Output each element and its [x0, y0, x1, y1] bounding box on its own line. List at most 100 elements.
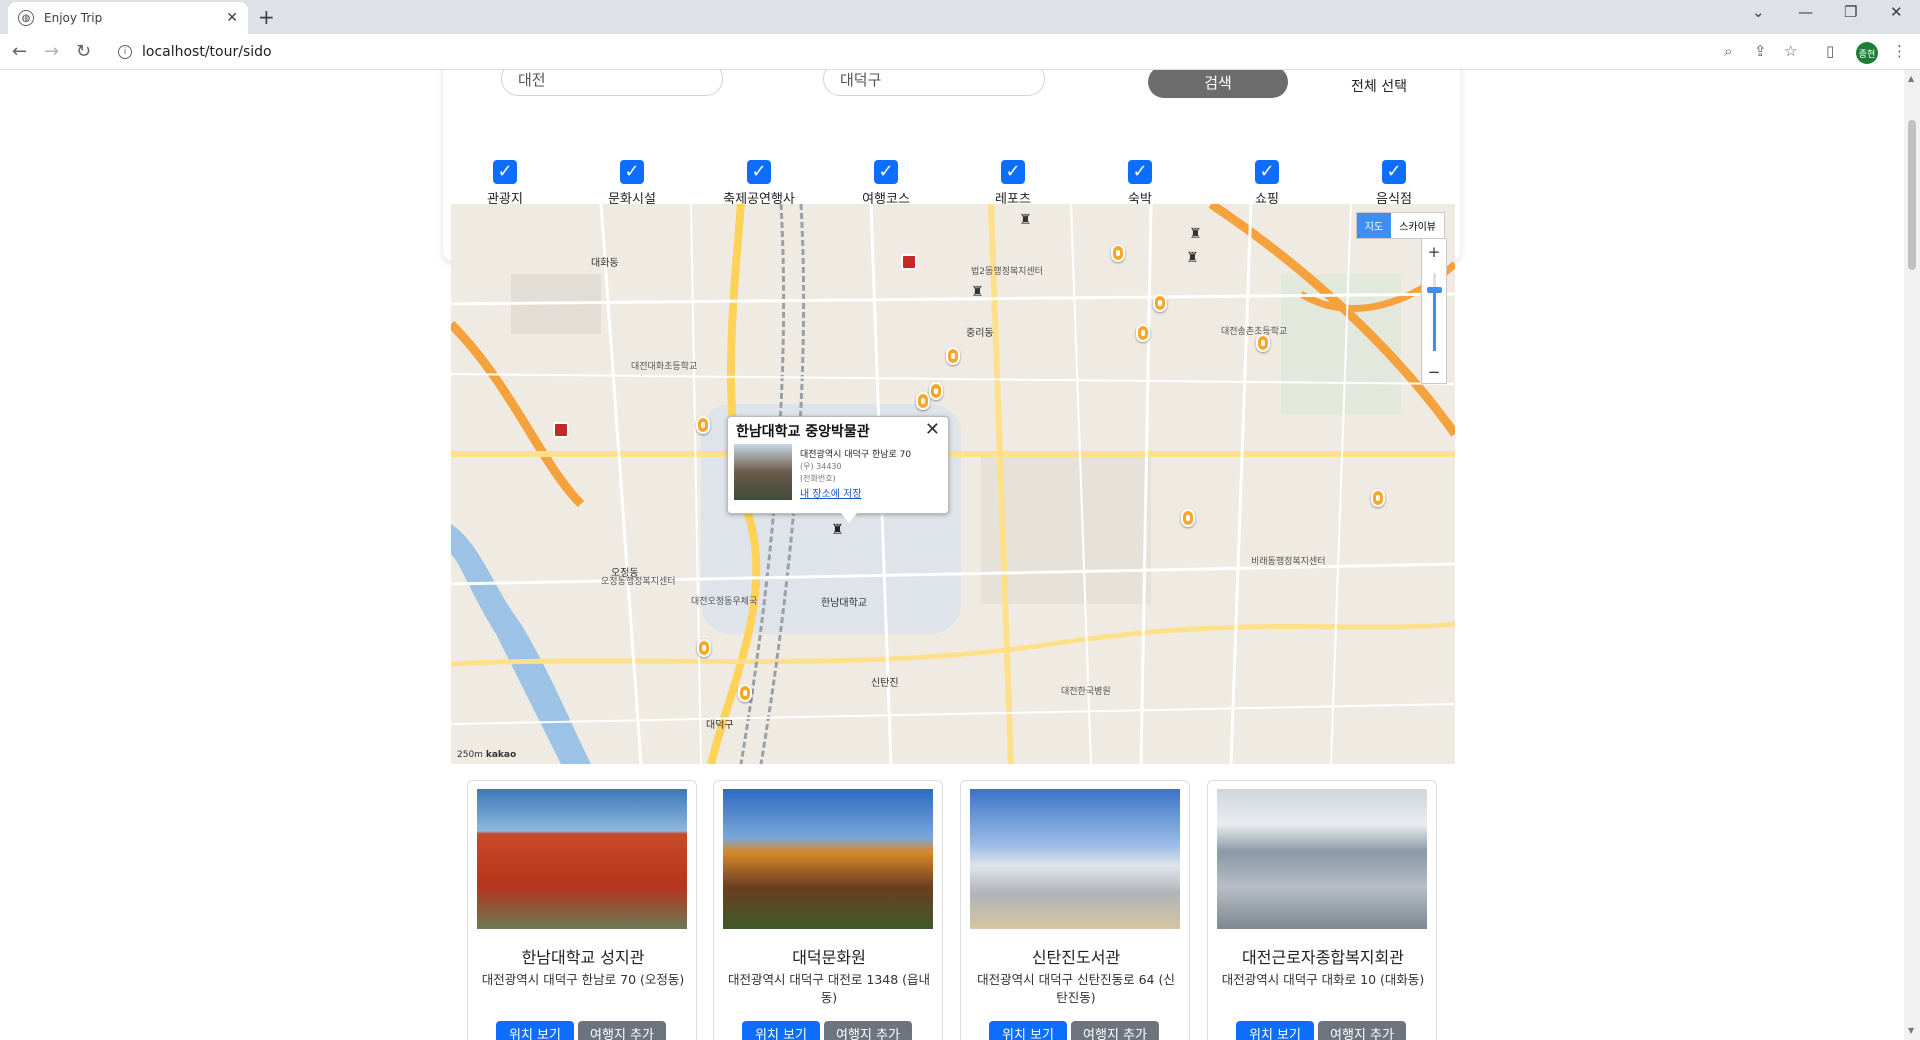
- tour-card-title: 대덕문화원: [792, 948, 866, 967]
- checkbox-checked-icon[interactable]: ✓: [1128, 160, 1152, 184]
- forward-icon[interactable]: →: [44, 41, 59, 62]
- checkbox-checked-icon[interactable]: ✓: [1255, 160, 1279, 184]
- reload-icon[interactable]: ↻: [76, 41, 91, 62]
- map-scale: 250m: [457, 750, 483, 760]
- site-info-icon[interactable]: i: [118, 45, 132, 59]
- zoom-icon[interactable]: ⌕: [1724, 42, 1732, 60]
- map-marker[interactable]: [946, 347, 960, 365]
- category-checkbox-lodging[interactable]: ✓ 숙박: [1095, 160, 1185, 207]
- map-type-roadmap[interactable]: 지도: [1356, 213, 1392, 238]
- scrollbar-thumb[interactable]: [1908, 120, 1916, 270]
- tour-card-image: [970, 789, 1180, 929]
- tour-card-address: 대전광역시 대덕구 신탄진동로 64 (신탄진동): [977, 972, 1175, 1005]
- checkbox-checked-icon[interactable]: ✓: [620, 160, 644, 184]
- category-checkbox-course[interactable]: ✓ 여행코스: [841, 160, 931, 207]
- bookmark-star-icon[interactable]: ☆: [1784, 42, 1797, 60]
- tour-card: 신탄진도서관 대전광역시 대덕구 신탄진동로 64 (신탄진동) 위치 보기 여…: [960, 780, 1190, 1040]
- share-icon[interactable]: ⇪: [1754, 42, 1767, 60]
- kakao-map[interactable]: 대화동 대전대화초등학교 오정동 한남대학교 대전오정동우체국 신탄진 중리동 …: [451, 204, 1455, 764]
- map-label: 대전송촌초등학교: [1221, 327, 1288, 337]
- map-marker[interactable]: [1181, 509, 1195, 527]
- category-checkbox-restaurant[interactable]: ✓ 음식점: [1349, 160, 1439, 207]
- museum-icon[interactable]: ♜: [971, 284, 989, 300]
- category-checkbox-festival[interactable]: ✓ 축제공연행사: [714, 160, 804, 207]
- map-marker[interactable]: [1136, 324, 1150, 342]
- checkbox-checked-icon[interactable]: ✓: [747, 160, 771, 184]
- tour-card-title: 한남대학교 성지관: [521, 948, 645, 967]
- map-marker[interactable]: [1111, 244, 1125, 262]
- select-all-toggle[interactable]: 전체 선택: [1351, 76, 1407, 96]
- map-marker[interactable]: [738, 684, 752, 702]
- category-checkbox-attraction[interactable]: ✓ 관광지: [460, 160, 550, 207]
- view-location-button[interactable]: 위치 보기: [496, 1021, 574, 1040]
- browser-tab[interactable]: ◍ Enjoy Trip ✕: [8, 2, 248, 34]
- zoom-slider-handle[interactable]: [1427, 287, 1442, 293]
- map-label: 법2동행정복지센터: [971, 267, 1043, 277]
- scroll-up-icon[interactable]: ▲: [1908, 74, 1914, 83]
- minimize-icon[interactable]: —: [1798, 3, 1813, 21]
- zoom-control: + −: [1421, 238, 1447, 384]
- sido-select[interactable]: 대전: [501, 70, 723, 96]
- url-bar[interactable]: i localhost/tour/sido: [108, 39, 1758, 65]
- view-location-button[interactable]: 위치 보기: [1236, 1021, 1314, 1040]
- map-label: 중리동: [966, 328, 994, 339]
- close-icon[interactable]: ✕: [925, 419, 940, 440]
- museum-icon[interactable]: ♜: [1189, 226, 1207, 242]
- map-label: 비래동행정복지센터: [1251, 557, 1326, 567]
- category-checkbox-leports[interactable]: ✓ 레포츠: [968, 160, 1058, 207]
- checkbox-checked-icon[interactable]: ✓: [1001, 160, 1025, 184]
- new-tab-icon[interactable]: +: [258, 5, 275, 29]
- save-place-link[interactable]: 내 장소에 저장: [800, 485, 862, 500]
- map-type-skyview[interactable]: 스카이뷰: [1391, 213, 1444, 238]
- category-checkbox-shopping[interactable]: ✓ 쇼핑: [1222, 160, 1312, 207]
- globe-icon: ◍: [18, 10, 34, 26]
- profile-avatar[interactable]: 종현: [1856, 42, 1878, 64]
- map-label: 신탄진: [871, 678, 899, 689]
- view-location-button[interactable]: 위치 보기: [989, 1021, 1067, 1040]
- side-panel-icon[interactable]: ▯: [1826, 42, 1834, 60]
- close-tab-icon[interactable]: ✕: [226, 10, 238, 26]
- browser-menu-icon[interactable]: ⋮: [1892, 42, 1907, 60]
- shopping-marker[interactable]: [553, 422, 569, 438]
- map-label: 대전한국병원: [1061, 687, 1111, 697]
- scroll-down-icon[interactable]: ▼: [1908, 1026, 1914, 1035]
- zoom-out-icon[interactable]: −: [1422, 363, 1446, 381]
- map-marker[interactable]: [929, 382, 943, 400]
- checkbox-checked-icon[interactable]: ✓: [874, 160, 898, 184]
- map-marker[interactable]: [1153, 294, 1167, 312]
- museum-icon[interactable]: ♜: [1186, 250, 1204, 266]
- restore-icon[interactable]: ❐: [1844, 3, 1857, 21]
- tour-card: 대전근로자종합복지회관 대전광역시 대덕구 대화로 10 (대화동) 위치 보기…: [1207, 780, 1437, 1040]
- gugun-select[interactable]: 대덕구: [823, 70, 1045, 96]
- tab-search-icon[interactable]: ⌄: [1752, 3, 1765, 21]
- add-to-trip-button[interactable]: 여행지 추가: [1071, 1021, 1159, 1040]
- back-icon[interactable]: ←: [12, 41, 27, 62]
- map-type-control: 지도 스카이뷰: [1355, 212, 1445, 239]
- map-marker[interactable]: [1256, 334, 1270, 352]
- kakao-logo: kakao: [485, 750, 517, 760]
- map-label: 대전오정동우체국: [691, 597, 758, 607]
- category-checkbox-culture[interactable]: ✓ 문화시설: [587, 160, 677, 207]
- close-window-icon[interactable]: ✕: [1890, 3, 1903, 21]
- shopping-marker[interactable]: [901, 254, 917, 270]
- museum-icon[interactable]: ♜: [831, 522, 847, 540]
- map-marker[interactable]: [697, 639, 711, 657]
- view-location-button[interactable]: 위치 보기: [742, 1021, 820, 1040]
- add-to-trip-button[interactable]: 여행지 추가: [824, 1021, 912, 1040]
- add-to-trip-button[interactable]: 여행지 추가: [578, 1021, 666, 1040]
- zoom-in-icon[interactable]: +: [1422, 243, 1446, 261]
- info-window-zip: (우) 34430: [800, 462, 842, 471]
- checkbox-checked-icon[interactable]: ✓: [493, 160, 517, 184]
- map-marker[interactable]: [916, 392, 930, 410]
- search-button[interactable]: 검색: [1148, 70, 1288, 98]
- map-marker[interactable]: [696, 416, 710, 434]
- museum-icon[interactable]: ♜: [1019, 212, 1037, 228]
- tour-card-address: 대전광역시 대덕구 대전로 1348 (읍내동): [727, 972, 931, 1005]
- checkbox-checked-icon[interactable]: ✓: [1382, 160, 1406, 184]
- zoom-level-fill: [1433, 291, 1436, 351]
- page-scrollbar[interactable]: ▲ ▼: [1904, 70, 1920, 1040]
- info-window-title: 한남대학교 중앙박물관: [736, 424, 870, 440]
- map-marker[interactable]: [1371, 489, 1385, 507]
- add-to-trip-button[interactable]: 여행지 추가: [1318, 1021, 1406, 1040]
- tour-card-title: 대전근로자종합복지회관: [1242, 948, 1404, 967]
